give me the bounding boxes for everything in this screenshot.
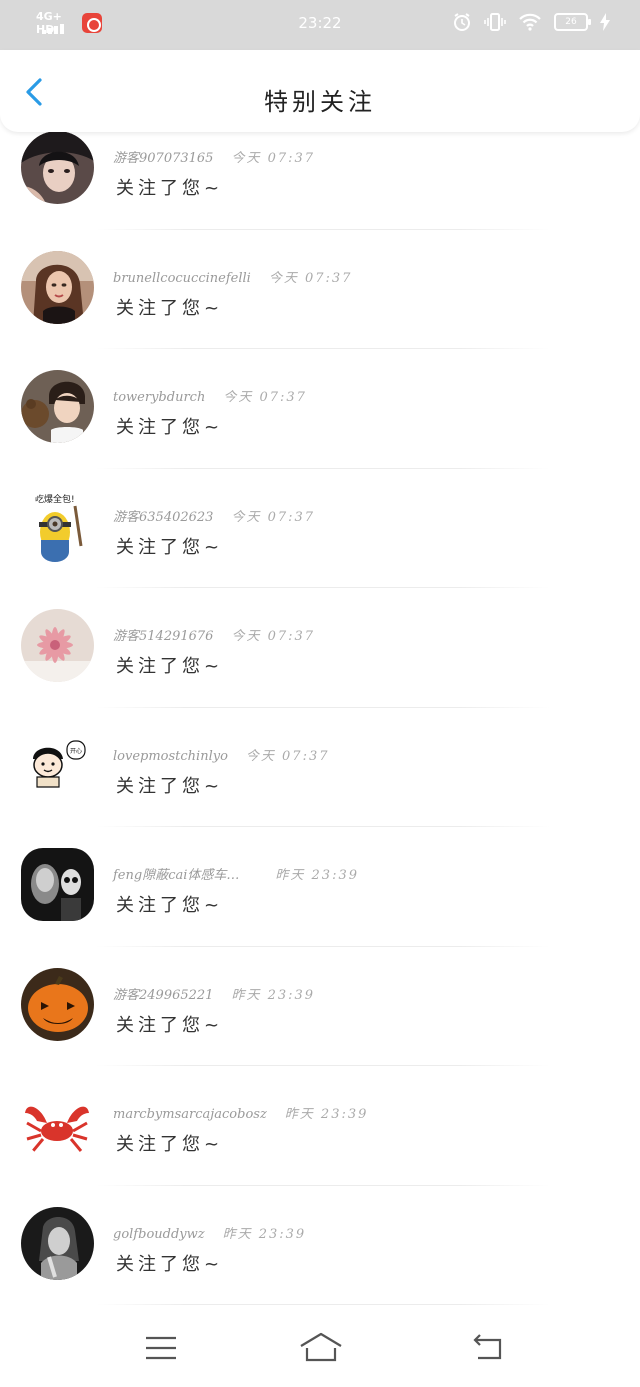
avatar — [21, 967, 94, 1041]
message: 关注了您~ — [116, 656, 224, 677]
divider — [96, 1304, 550, 1305]
avatar-bubble-text: 开心 — [70, 748, 82, 755]
username: feng隙蔽cai体感车… — [113, 868, 240, 883]
avatar — [21, 1087, 94, 1160]
status-right: 26 — [452, 12, 610, 32]
timestamp: 今天 07:37 — [245, 748, 330, 764]
item-meta: 游客249965221 昨天 23:39 — [113, 984, 315, 1003]
message: 关注了您~ — [116, 895, 224, 916]
item-meta: brunellcocuccinefelli 今天 07:37 — [113, 267, 352, 286]
username: towerybdurch — [113, 390, 206, 405]
item-meta: 游客635402623 今天 07:37 — [113, 506, 315, 525]
item-meta: 游客514291676 今天 07:37 — [113, 625, 315, 644]
avatar-badge-text: 吃爆全包! — [35, 493, 75, 505]
username: 游客249965221 — [113, 987, 214, 1003]
return-button[interactable] — [468, 1328, 508, 1368]
avatar — [21, 250, 94, 324]
avatar: 吃爆全包! — [21, 489, 94, 563]
follower-list: 游客907073165 今天 07:37 关注了您~ brunellcocucci… — [0, 110, 640, 1305]
message: 关注了您~ — [116, 775, 224, 797]
timestamp: 今天 07:37 — [231, 151, 316, 166]
username: brunellcocuccinefelli — [113, 270, 251, 286]
list-item[interactable]: 开心 lovepmostchinlyo 今天 07:37 关注了您~ — [0, 708, 640, 827]
list-item[interactable]: feng隙蔽cai体感车… 昨天 23:39 关注了您~ — [0, 827, 640, 947]
list-item[interactable]: towerybdurch 今天 07:37 关注了您~ — [0, 349, 640, 469]
timestamp: 今天 07:37 — [231, 509, 316, 525]
page-title: 特别关注 — [264, 88, 376, 116]
list-item[interactable]: marcbymsarcajacobosz 昨天 23:39 关注了您~ — [0, 1066, 640, 1186]
avatar: 开心 — [21, 728, 94, 802]
home-button[interactable] — [298, 1328, 344, 1368]
avatar — [21, 370, 94, 443]
message: 关注了您~ — [116, 417, 224, 438]
avatar — [21, 609, 94, 682]
system-nav-bar — [0, 1310, 640, 1387]
item-meta: feng隙蔽cai体感车… 昨天 23:39 — [113, 864, 359, 883]
avatar — [21, 131, 94, 204]
message: 关注了您~ — [116, 297, 224, 319]
message: 关注了您~ — [116, 1134, 224, 1155]
item-meta: golfbouddywz 昨天 23:39 — [113, 1223, 306, 1242]
home-icon — [300, 1332, 342, 1362]
item-meta: marcbymsarcajacobosz 昨天 23:39 — [113, 1103, 368, 1122]
timestamp: 今天 07:37 — [223, 390, 307, 405]
timestamp: 昨天 23:39 — [231, 987, 316, 1003]
vibrate-icon — [484, 12, 506, 32]
timestamp: 昨天 23:39 — [284, 1107, 369, 1122]
timestamp: 今天 07:37 — [231, 629, 316, 644]
username: golfbouddywz — [113, 1226, 205, 1242]
menu-button[interactable] — [141, 1328, 181, 1368]
wifi-icon — [518, 12, 542, 32]
message: 关注了您~ — [116, 178, 224, 199]
list-item[interactable]: 游客514291676 今天 07:37 关注了您~ — [0, 588, 640, 708]
item-meta: towerybdurch 今天 07:37 — [113, 386, 307, 405]
avatar — [21, 1206, 94, 1280]
timestamp: 今天 07:37 — [268, 270, 353, 286]
charging-icon — [600, 13, 610, 31]
username: 游客635402623 — [113, 509, 214, 525]
list-item[interactable]: 游客249965221 昨天 23:39 关注了您~ — [0, 947, 640, 1066]
list-item[interactable]: 吃爆全包! 游客635402623 今天 07:37 关注了您~ — [0, 469, 640, 588]
message: 关注了您~ — [116, 1253, 224, 1275]
message: 关注了您~ — [116, 1014, 224, 1036]
battery-level: 26 — [565, 17, 577, 27]
username: marcbymsarcajacobosz — [113, 1107, 267, 1122]
item-meta: 游客907073165 今天 07:37 — [113, 147, 315, 166]
message: 关注了您~ — [116, 536, 224, 558]
header: 特别关注 — [0, 50, 640, 132]
alarm-icon — [452, 12, 472, 32]
timestamp: 昨天 23:39 — [275, 868, 359, 883]
avatar — [21, 848, 94, 921]
item-meta: lovepmostchinlyo 今天 07:37 — [113, 745, 330, 764]
battery-icon: 26 — [554, 13, 591, 31]
menu-icon — [146, 1336, 176, 1360]
list-item[interactable]: brunellcocuccinefelli 今天 07:37 关注了您~ — [0, 230, 640, 349]
timestamp: 昨天 23:39 — [222, 1226, 307, 1242]
username: lovepmostchinlyo — [113, 748, 228, 764]
list-item[interactable]: golfbouddywz 昨天 23:39 关注了您~ — [0, 1186, 640, 1305]
status-bar: 4G+ HD 23:22 26 — [0, 0, 640, 50]
return-icon — [473, 1334, 502, 1360]
username: 游客907073165 — [113, 151, 214, 166]
username: 游客514291676 — [113, 629, 214, 644]
